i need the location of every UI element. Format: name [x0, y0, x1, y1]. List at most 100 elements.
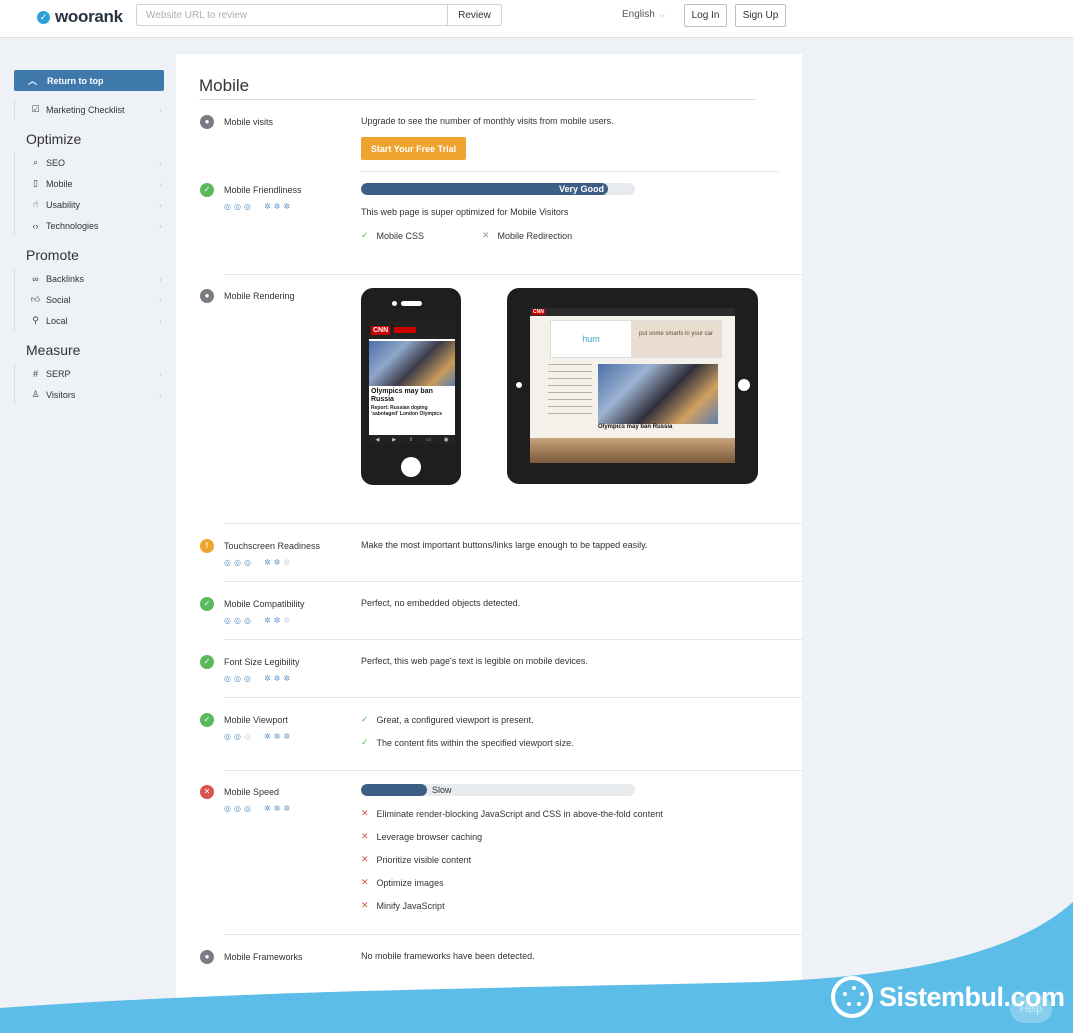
sidebar-item-label: Visitors	[46, 389, 76, 400]
issue-label: Optimize images	[376, 877, 444, 888]
tablet-mockup: CNN hum put some smarts in your car Olym…	[507, 288, 758, 484]
impact-rating: ◎ ◎ ◎ ✲ ✲ ✲	[224, 674, 293, 683]
speed-meter-fill	[361, 784, 427, 796]
sidebar-item-mobile[interactable]: ▯ Mobile ›	[15, 173, 164, 194]
phone-browser-nav: ◀ ▶ ⇪ ▭ ▣	[369, 435, 455, 444]
difficulty-dot-icon: ◎	[233, 804, 241, 813]
usability-icon: ☝	[32, 199, 39, 209]
divider	[224, 639, 802, 640]
phone-screen-preview: CNN Olympics may ban Russia Report: Russ…	[369, 321, 455, 444]
speed-issue: ✕ Eliminate render-blocking JavaScript an…	[361, 808, 663, 819]
sidebar-heading-measure: Measure	[26, 342, 81, 358]
sidebar-item-social[interactable]: 👍︎ Social ›	[15, 289, 164, 310]
measure-group: # SERP › ♙ Visitors ›	[14, 363, 164, 405]
importance-gear-icon: ✲	[273, 674, 281, 683]
viewport-check: ✓ The content fits within the specified v…	[361, 737, 574, 748]
row-label: Mobile Compatibility	[224, 599, 305, 609]
return-to-top-label: Return to top	[47, 75, 104, 86]
phone-camera	[392, 301, 397, 306]
difficulty-dot-icon: ◎	[224, 804, 231, 813]
chevron-down-icon: ⌵	[658, 10, 665, 19]
importance-gear-icon: ✲	[283, 616, 291, 625]
review-button[interactable]: Review	[447, 4, 502, 26]
divider	[224, 523, 802, 524]
url-input[interactable]	[136, 4, 447, 26]
divider	[224, 770, 802, 771]
importance-gear-icon: ✲	[263, 558, 271, 567]
divider	[224, 274, 802, 275]
check-icon: ✓	[361, 737, 369, 747]
chevron-right-icon: ›	[159, 294, 162, 305]
impact-rating: ◎ ◎ ◎ ✲ ✲ ✲	[224, 616, 293, 625]
difficulty-dot-icon: ◎	[224, 616, 231, 625]
help-button[interactable]: Help	[1010, 995, 1052, 1023]
sidebar-item-local[interactable]: ⚲ Local ›	[15, 310, 164, 331]
difficulty-dot-icon: ◎	[233, 616, 241, 625]
sidebar-item-marketing-checklist[interactable]: ☑ Marketing Checklist ›	[15, 99, 164, 120]
sidebar-item-label: SERP	[46, 368, 71, 379]
cnn-header: CNN	[369, 321, 455, 339]
speed-meter: Slow	[361, 784, 635, 796]
sidebar-item-technologies[interactable]: ‹› Technologies ›	[15, 215, 164, 236]
row-text: This web page is super optimized for Mob…	[361, 207, 569, 217]
thumbs-up-icon: 👍︎	[30, 294, 41, 304]
sidebar-item-label: Marketing Checklist	[46, 104, 125, 115]
row-label: Mobile Frameworks	[224, 952, 303, 962]
difficulty-dot-icon: ◎	[243, 732, 251, 741]
check-mobile-css: ✓ Mobile CSS	[361, 230, 424, 241]
error-icon: ✕	[200, 785, 214, 799]
issue-label: Minify JavaScript	[376, 900, 445, 911]
check-label: The content fits within the specified vi…	[376, 737, 574, 748]
importance-gear-icon: ✲	[263, 616, 271, 625]
info-icon: ●	[200, 950, 214, 964]
importance-gear-icon: ✲	[273, 616, 281, 625]
difficulty-dot-icon: ◎	[243, 804, 251, 813]
speed-issue: ✕ Minify JavaScript	[361, 900, 445, 911]
sidebar-item-label: Technologies	[46, 220, 99, 231]
chevron-right-icon: ›	[159, 199, 162, 210]
impact-rating: ◎ ◎ ◎ ✲ ✲ ✲	[224, 804, 293, 813]
language-select[interactable]: English ⌵	[622, 9, 665, 20]
chevron-right-icon: ›	[159, 315, 162, 326]
friendliness-meter-label: Very Good	[559, 184, 605, 194]
importance-gear-icon: ✲	[283, 804, 291, 813]
difficulty-dot-icon: ◎	[243, 558, 251, 567]
signup-button[interactable]: Sign Up	[735, 4, 786, 27]
tablet-screen-preview: CNN hum put some smarts in your car Olym…	[530, 308, 735, 463]
watermark-circle-icon	[831, 976, 873, 1018]
difficulty-dot-icon: ◎	[233, 558, 241, 567]
tablet-ad-banner: hum put some smarts in your car	[550, 320, 722, 358]
link-icon: ∞	[32, 273, 39, 284]
warning-icon: !	[200, 539, 214, 553]
user-icon: ♙	[31, 389, 40, 399]
row-label: Mobile Viewport	[224, 715, 288, 725]
importance-gear-icon: ✲	[283, 558, 291, 567]
importance-gear-icon: ✲	[263, 804, 271, 813]
check-circle-icon: ✓	[200, 713, 214, 727]
phone-headline: Olympics may ban Russia	[371, 388, 433, 403]
checklist-group: ☑ Marketing Checklist ›	[14, 99, 164, 120]
sidebar-item-serp[interactable]: # SERP ›	[15, 363, 164, 384]
return-to-top-button[interactable]: ︿ Return to top	[14, 70, 164, 91]
sidebar-item-backlinks[interactable]: ∞ Backlinks ›	[15, 268, 164, 289]
cross-icon: ✕	[361, 900, 369, 910]
check-icon: ✓	[361, 230, 369, 240]
sidebar-item-visitors[interactable]: ♙ Visitors ›	[15, 384, 164, 405]
row-text: Perfect, this web page's text is legible…	[361, 656, 588, 666]
sidebar-item-label: SEO	[46, 157, 66, 168]
news-photo	[369, 341, 455, 386]
importance-gear-icon: ✲	[273, 558, 281, 567]
cross-icon: ✕	[361, 854, 369, 864]
sidebar-heading-optimize: Optimize	[26, 131, 82, 147]
check-label: Mobile CSS	[376, 230, 425, 241]
speed-meter-label: Slow	[432, 785, 452, 795]
free-trial-button[interactable]: Start Your Free Trial	[361, 137, 466, 160]
sidebar-item-usability[interactable]: ☝ Usability ›	[15, 194, 164, 215]
brand-logo[interactable]: ✓ woorank	[37, 7, 123, 27]
login-button[interactable]: Log In	[684, 4, 727, 27]
ad-tagline: put some smarts in your car	[631, 321, 721, 357]
row-label: Font Size Legibility	[224, 657, 300, 667]
sidebar-item-seo[interactable]: ⌕ SEO ›	[15, 152, 164, 173]
row-label: Mobile Friendliness	[224, 185, 302, 195]
logo-check-icon: ✓	[37, 10, 50, 24]
